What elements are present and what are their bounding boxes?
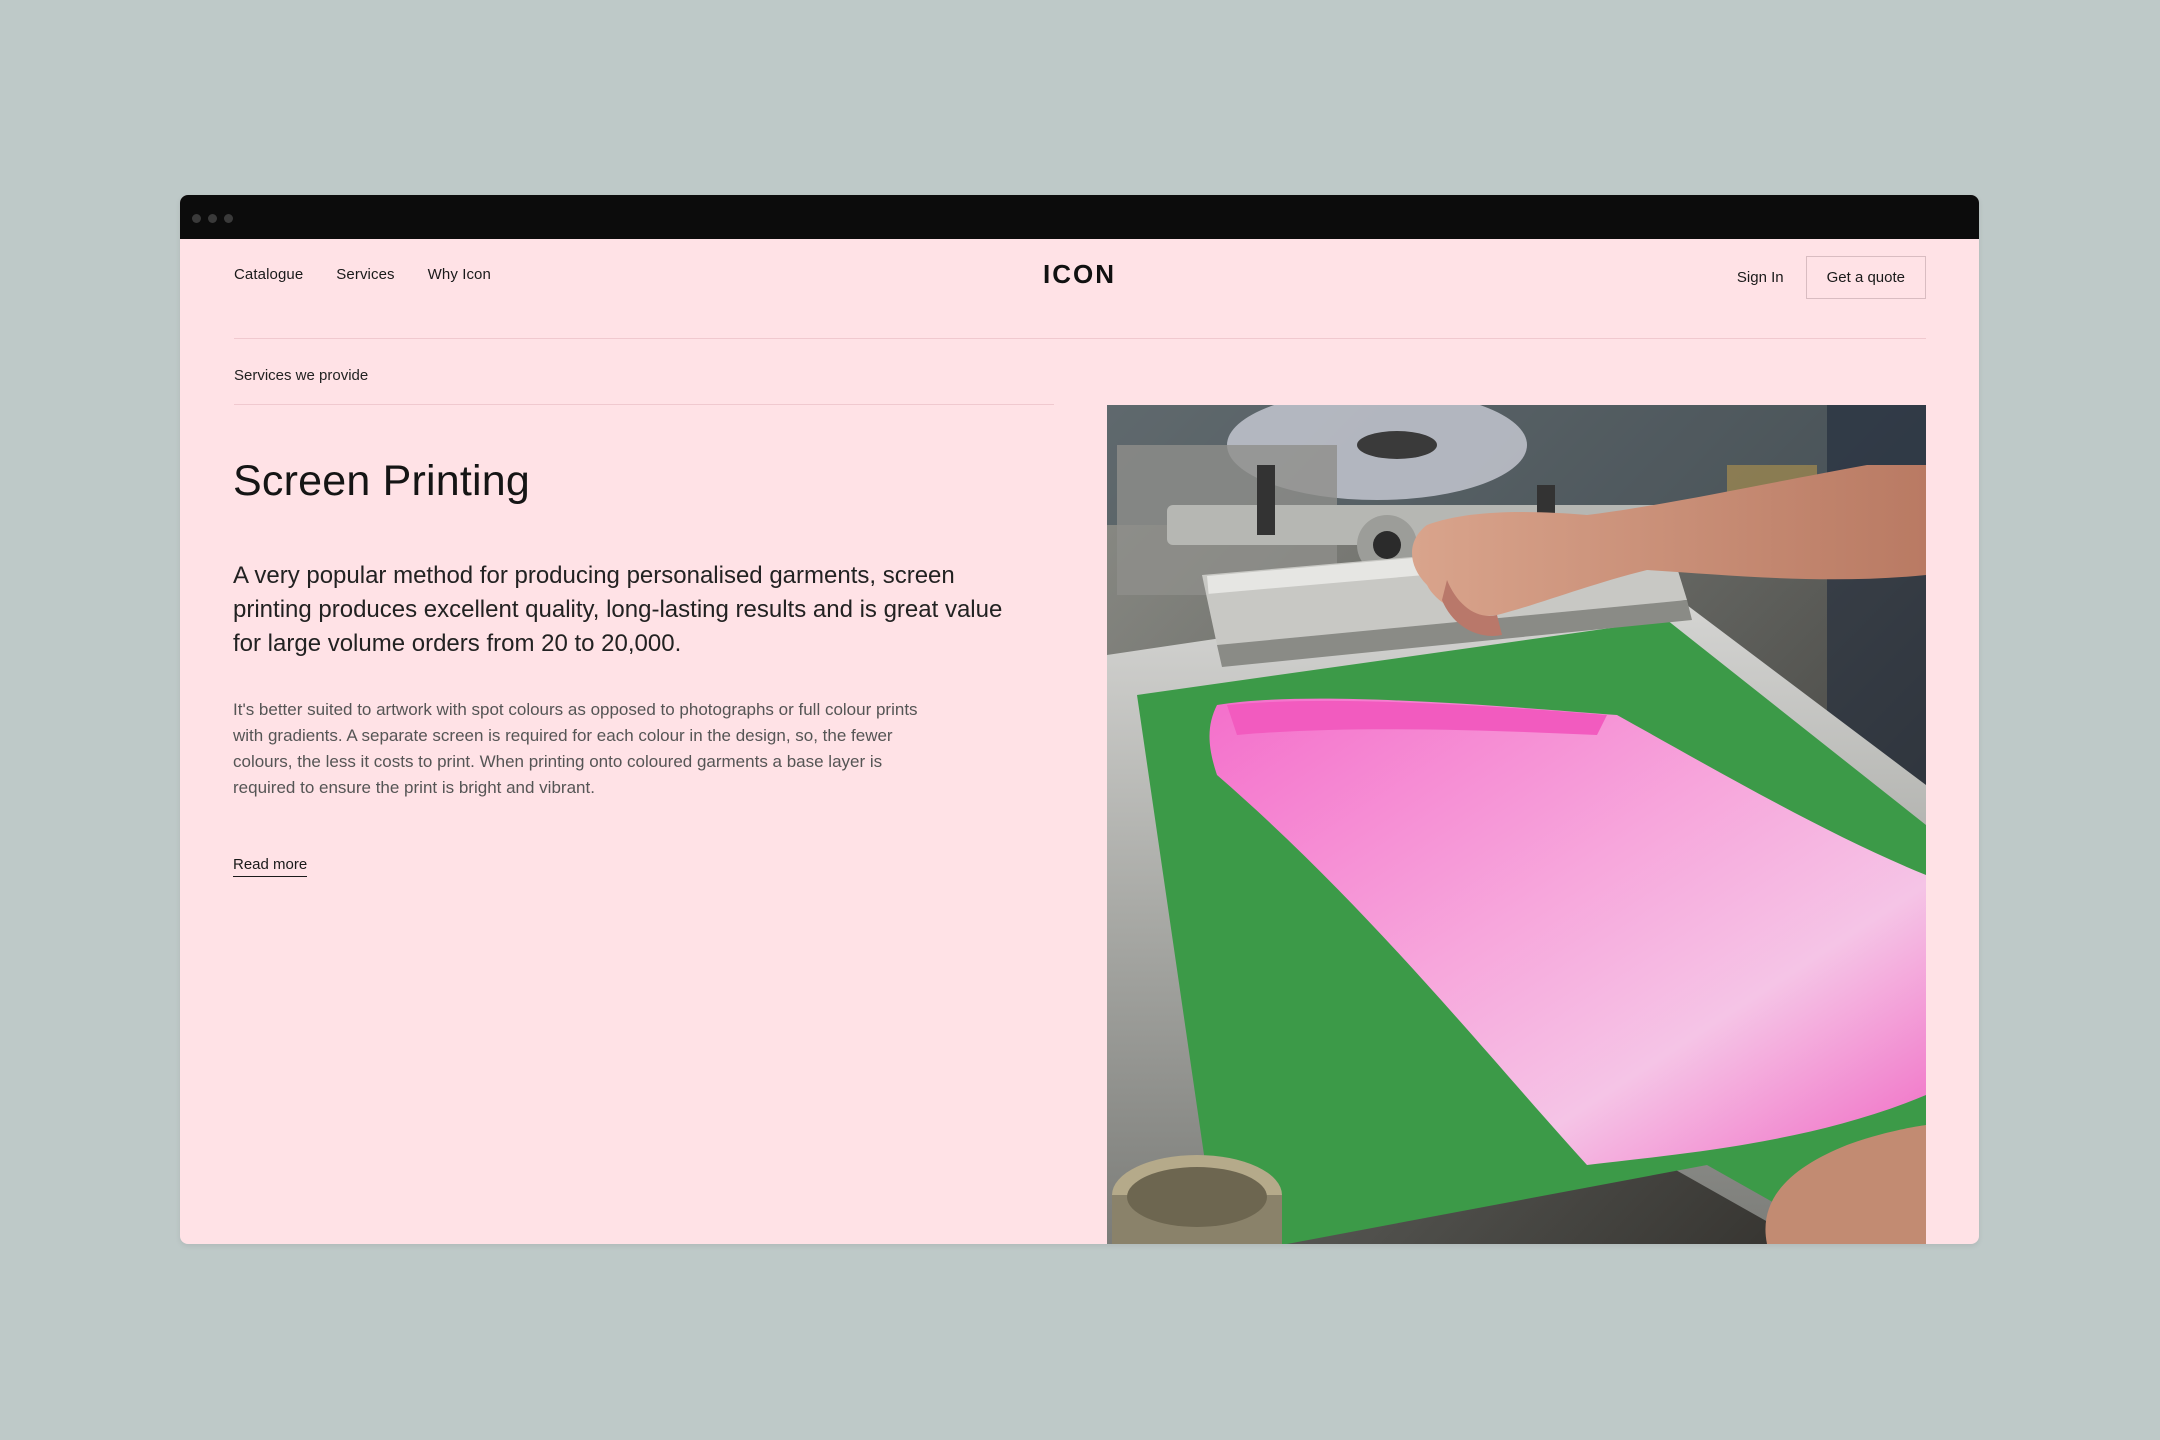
screen-printing-illustration: [1107, 405, 1926, 1244]
window-close-dot-icon[interactable]: [192, 214, 201, 223]
screen-printing-photo: [1107, 405, 1926, 1244]
body-paragraph: It's better suited to artwork with spot …: [233, 700, 918, 797]
header-divider: [234, 338, 1926, 339]
account-nav: Sign In Get a quote: [1737, 256, 1926, 299]
browser-window: Catalogue Services Why Icon ICON Sign In…: [180, 195, 1979, 1244]
section-divider: [234, 404, 1054, 405]
site-logo[interactable]: ICON: [1043, 259, 1116, 290]
window-maximize-dot-icon[interactable]: [224, 214, 233, 223]
nav-link-why-icon[interactable]: Why Icon: [428, 266, 491, 283]
window-minimize-dot-icon[interactable]: [208, 214, 217, 223]
page-title: Screen Printing: [233, 457, 530, 505]
page-content: Catalogue Services Why Icon ICON Sign In…: [180, 239, 1979, 1244]
primary-nav: Catalogue Services Why Icon: [234, 266, 491, 283]
window-titlebar: [180, 195, 1979, 239]
section-label: Services we provide: [234, 367, 369, 384]
lead-paragraph: A very popular method for producing pers…: [233, 562, 1003, 657]
get-a-quote-button[interactable]: Get a quote: [1805, 256, 1926, 299]
nav-link-services[interactable]: Services: [336, 266, 394, 283]
sign-in-link[interactable]: Sign In: [1737, 269, 1784, 286]
nav-link-catalogue[interactable]: Catalogue: [234, 266, 303, 283]
read-more-link[interactable]: Read more: [233, 856, 308, 877]
